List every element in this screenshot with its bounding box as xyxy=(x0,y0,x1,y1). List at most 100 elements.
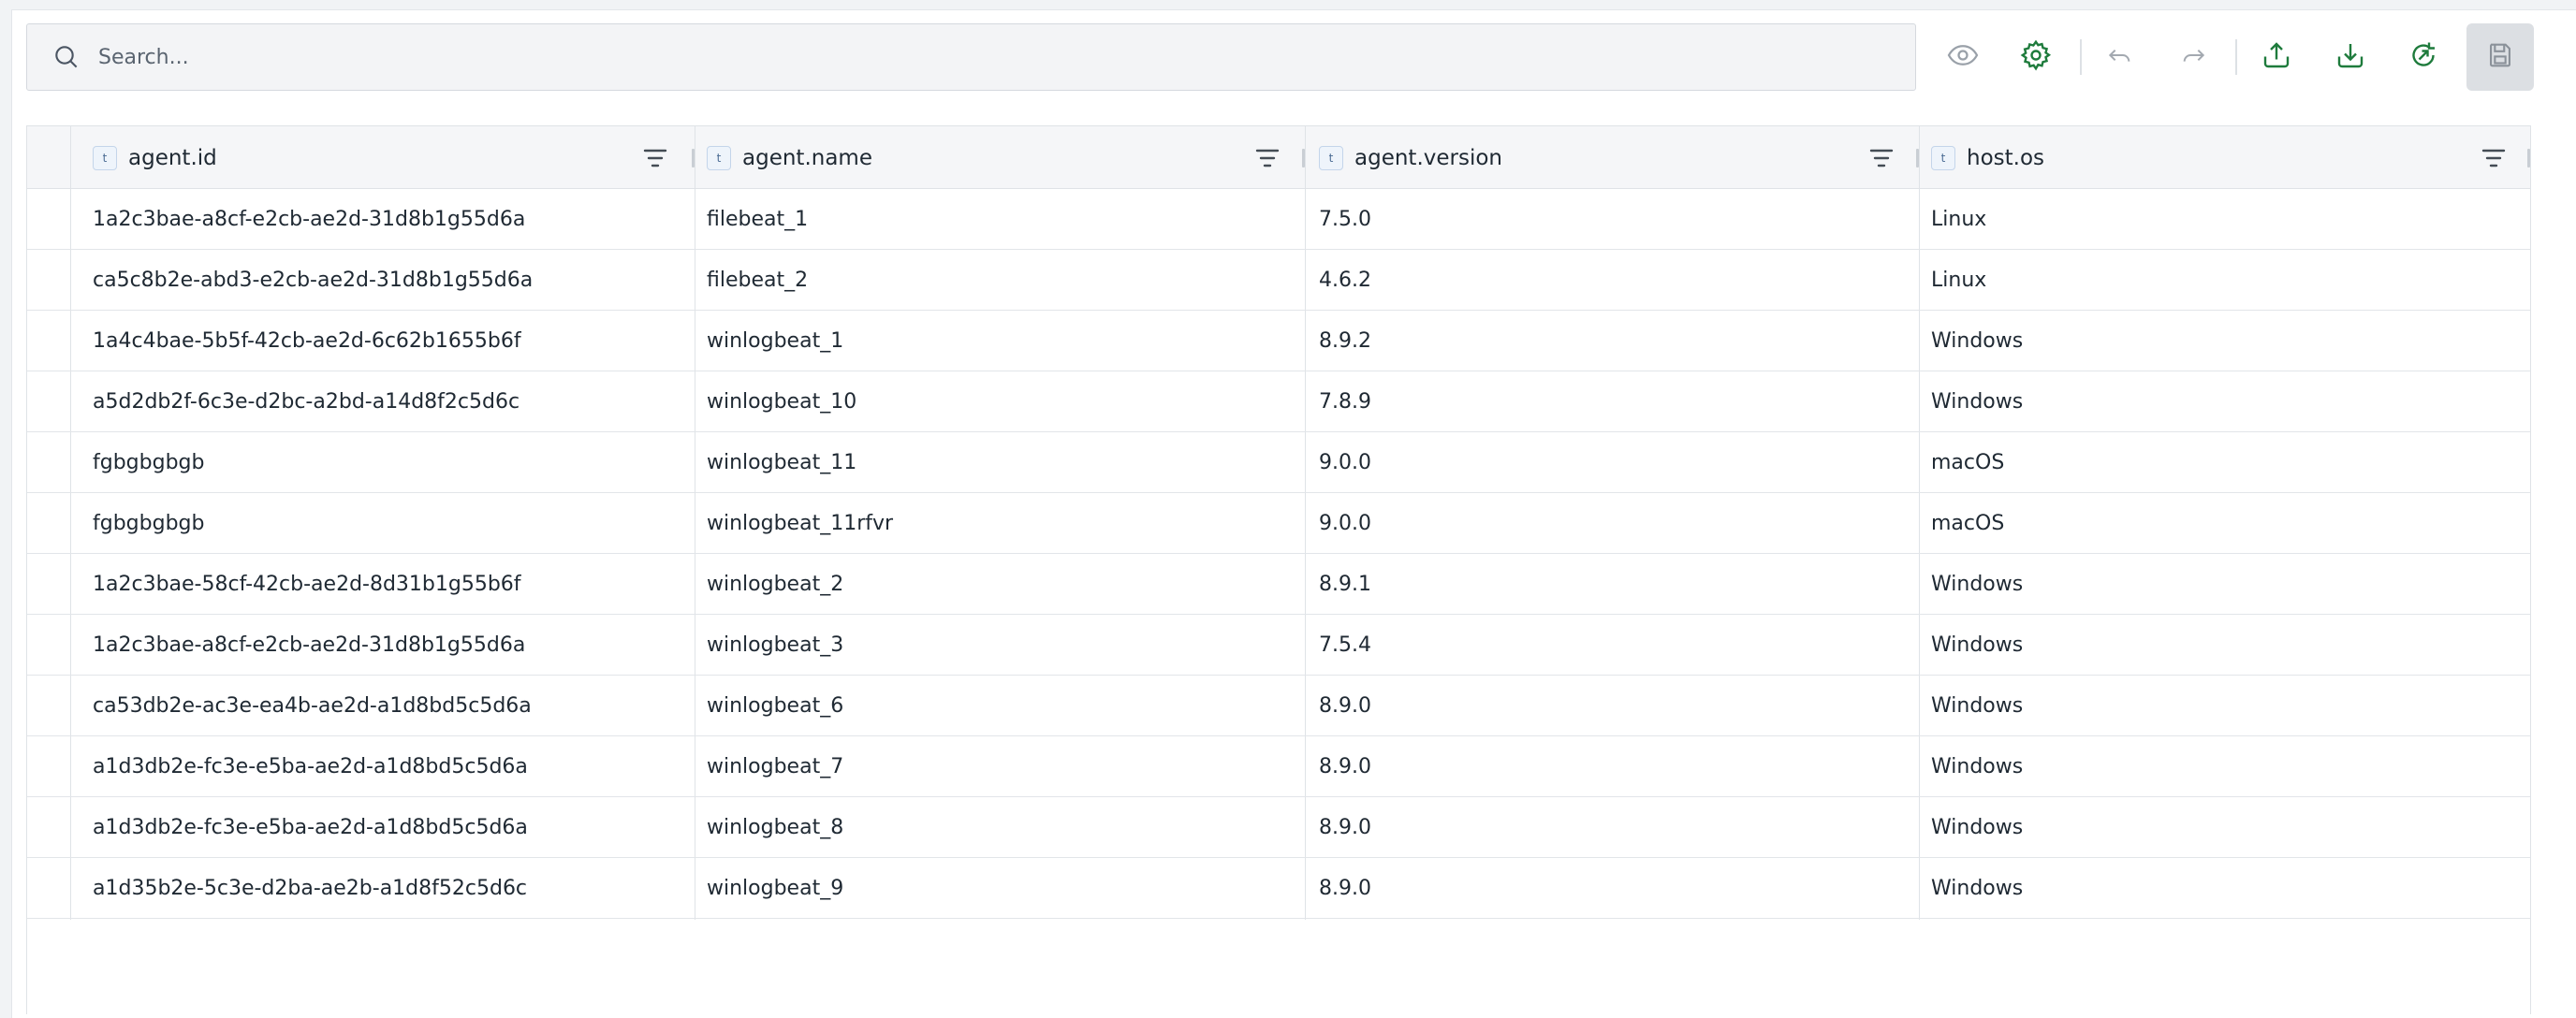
upload-button[interactable] xyxy=(2243,23,2310,91)
cell-agent-id[interactable]: 1a2c3bae-a8cf-e2cb-ae2d-31d8b1g55d6a xyxy=(93,615,525,675)
cell-host-os[interactable]: Windows xyxy=(1931,736,2023,796)
cell-agent-name[interactable]: winlogbeat_10 xyxy=(707,371,856,431)
type-badge: t xyxy=(707,145,731,170)
table-body: 1a2c3bae-a8cf-e2cb-ae2d-31d8b1g55d6a fil… xyxy=(27,189,2530,919)
cell-host-os[interactable]: Windows xyxy=(1931,858,2023,918)
cell-agent-name[interactable]: winlogbeat_1 xyxy=(707,311,843,371)
cell-agent-name[interactable]: winlogbeat_7 xyxy=(707,736,843,796)
cell-host-os[interactable]: Windows xyxy=(1931,311,2023,371)
column-header-agent-name[interactable]: t agent.name xyxy=(707,126,872,189)
cell-host-os[interactable]: Windows xyxy=(1931,371,2023,431)
cell-agent-name[interactable]: filebeat_1 xyxy=(707,189,808,249)
refresh-icon xyxy=(2407,38,2440,76)
type-badge: t xyxy=(1319,145,1343,170)
cell-agent-id[interactable]: a1d35b2e-5c3e-d2ba-ae2b-a1d8f52c5d6c xyxy=(93,858,527,918)
type-badge: t xyxy=(1931,145,1955,170)
redo-button[interactable] xyxy=(2159,23,2227,91)
cell-agent-name[interactable]: winlogbeat_6 xyxy=(707,676,843,735)
cell-agent-id[interactable]: 1a4c4bae-5b5f-42cb-ae2d-6c62b1655b6f xyxy=(93,311,521,371)
table-row[interactable]: ca5c8b2e-abd3-e2cb-ae2d-31d8b1g55d6a fil… xyxy=(27,250,2530,311)
save-button[interactable] xyxy=(2466,23,2534,91)
cell-host-os[interactable]: Windows xyxy=(1931,797,2023,857)
cell-agent-id[interactable]: ca5c8b2e-abd3-e2cb-ae2d-31d8b1g55d6a xyxy=(93,250,533,310)
column-header-agent-version[interactable]: t agent.version xyxy=(1319,126,1502,189)
cell-host-os[interactable]: Windows xyxy=(1931,554,2023,614)
redo-icon xyxy=(2178,40,2208,74)
cell-agent-version[interactable]: 9.0.0 xyxy=(1319,432,1371,492)
table-row[interactable]: fgbgbgbgb winlogbeat_11rfvr 9.0.0 macOS xyxy=(27,493,2530,554)
column-header-agent-id[interactable]: t agent.id xyxy=(93,126,217,189)
upload-icon xyxy=(2260,38,2293,76)
undo-icon xyxy=(2105,40,2135,74)
table-row[interactable]: a5d2db2f-6c3e-d2bc-a2bd-a14d8f2c5d6c win… xyxy=(27,371,2530,432)
eye-icon xyxy=(1946,38,1980,76)
cell-host-os[interactable]: Windows xyxy=(1931,676,2023,735)
column-label: agent.name xyxy=(742,145,872,170)
table-row[interactable]: fgbgbgbgb winlogbeat_11 9.0.0 macOS xyxy=(27,432,2530,493)
cell-agent-version[interactable]: 7.8.9 xyxy=(1319,371,1371,431)
cell-host-os[interactable]: macOS xyxy=(1931,493,2004,553)
cell-agent-name[interactable]: winlogbeat_9 xyxy=(707,858,843,918)
gear-icon xyxy=(2019,38,2053,76)
cell-agent-name[interactable]: winlogbeat_2 xyxy=(707,554,843,614)
type-badge: t xyxy=(93,145,117,170)
cell-agent-name[interactable]: winlogbeat_3 xyxy=(707,615,843,675)
cell-host-os[interactable]: macOS xyxy=(1931,432,2004,492)
cell-agent-version[interactable]: 7.5.4 xyxy=(1319,615,1371,675)
cell-agent-id[interactable]: a5d2db2f-6c3e-d2bc-a2bd-a14d8f2c5d6c xyxy=(93,371,520,431)
filter-icon[interactable] xyxy=(1253,144,1281,172)
toolbar-divider xyxy=(2235,39,2237,75)
cell-agent-id[interactable]: a1d3db2e-fc3e-e5ba-ae2d-a1d8bd5c5d6a xyxy=(93,797,528,857)
save-icon xyxy=(2484,39,2516,75)
cell-agent-version[interactable]: 8.9.0 xyxy=(1319,858,1371,918)
cell-agent-version[interactable]: 4.6.2 xyxy=(1319,250,1371,310)
download-button[interactable] xyxy=(2317,23,2384,91)
table-header: t agent.id t agent.name t agent.version … xyxy=(27,126,2530,189)
settings-button[interactable] xyxy=(2002,23,2070,91)
search-icon xyxy=(50,40,83,74)
cell-host-os[interactable]: Linux xyxy=(1931,250,1986,310)
table-row[interactable]: a1d3db2e-fc3e-e5ba-ae2d-a1d8bd5c5d6a win… xyxy=(27,797,2530,858)
column-label: agent.id xyxy=(128,145,217,170)
cell-agent-version[interactable]: 8.9.0 xyxy=(1319,676,1371,735)
undo-button[interactable] xyxy=(2086,23,2154,91)
table-row[interactable]: ca53db2e-ac3e-ea4b-ae2d-a1d8bd5c5d6a win… xyxy=(27,676,2530,736)
column-label: host.os xyxy=(1967,145,2045,170)
cell-agent-name[interactable]: winlogbeat_11 xyxy=(707,432,856,492)
cell-agent-name[interactable]: filebeat_2 xyxy=(707,250,808,310)
cell-agent-id[interactable]: ca53db2e-ac3e-ea4b-ae2d-a1d8bd5c5d6a xyxy=(93,676,532,735)
cell-agent-id[interactable]: a1d3db2e-fc3e-e5ba-ae2d-a1d8bd5c5d6a xyxy=(93,736,528,796)
cell-agent-id[interactable]: 1a2c3bae-a8cf-e2cb-ae2d-31d8b1g55d6a xyxy=(93,189,525,249)
table-row[interactable]: 1a4c4bae-5b5f-42cb-ae2d-6c62b1655b6f win… xyxy=(27,311,2530,371)
search-input[interactable] xyxy=(98,24,1915,90)
cell-agent-version[interactable]: 8.9.0 xyxy=(1319,736,1371,796)
data-table: t agent.id t agent.name t agent.version … xyxy=(26,125,2531,1014)
column-resize-handle[interactable] xyxy=(2527,149,2530,167)
toolbar-divider xyxy=(2080,39,2082,75)
cell-agent-version[interactable]: 8.9.1 xyxy=(1319,554,1371,614)
cell-agent-version[interactable]: 9.0.0 xyxy=(1319,493,1371,553)
cell-agent-version[interactable]: 8.9.2 xyxy=(1319,311,1371,371)
cell-agent-id[interactable]: fgbgbgbgb xyxy=(93,493,204,553)
cell-agent-name[interactable]: winlogbeat_8 xyxy=(707,797,843,857)
table-row[interactable]: a1d3db2e-fc3e-e5ba-ae2d-a1d8bd5c5d6a win… xyxy=(27,736,2530,797)
table-row[interactable]: 1a2c3bae-a8cf-e2cb-ae2d-31d8b1g55d6a win… xyxy=(27,615,2530,676)
filter-icon[interactable] xyxy=(1867,144,1895,172)
cell-agent-id[interactable]: fgbgbgbgb xyxy=(93,432,204,492)
filter-icon[interactable] xyxy=(2480,144,2508,172)
cell-agent-name[interactable]: winlogbeat_11rfvr xyxy=(707,493,893,553)
eye-button[interactable] xyxy=(1929,23,1997,91)
cell-agent-id[interactable]: 1a2c3bae-58cf-42cb-ae2d-8d31b1g55b6f xyxy=(93,554,521,614)
table-row[interactable]: a1d35b2e-5c3e-d2ba-ae2b-a1d8f52c5d6c win… xyxy=(27,858,2530,919)
cell-host-os[interactable]: Linux xyxy=(1931,189,1986,249)
cell-host-os[interactable]: Windows xyxy=(1931,615,2023,675)
download-icon xyxy=(2334,38,2367,76)
search-bar[interactable] xyxy=(26,23,1916,91)
cell-agent-version[interactable]: 8.9.0 xyxy=(1319,797,1371,857)
refresh-button[interactable] xyxy=(2390,23,2457,91)
table-row[interactable]: 1a2c3bae-58cf-42cb-ae2d-8d31b1g55b6f win… xyxy=(27,554,2530,615)
table-row[interactable]: 1a2c3bae-a8cf-e2cb-ae2d-31d8b1g55d6a fil… xyxy=(27,189,2530,250)
column-header-host-os[interactable]: t host.os xyxy=(1931,126,2044,189)
cell-agent-version[interactable]: 7.5.0 xyxy=(1319,189,1371,249)
filter-icon[interactable] xyxy=(641,144,669,172)
